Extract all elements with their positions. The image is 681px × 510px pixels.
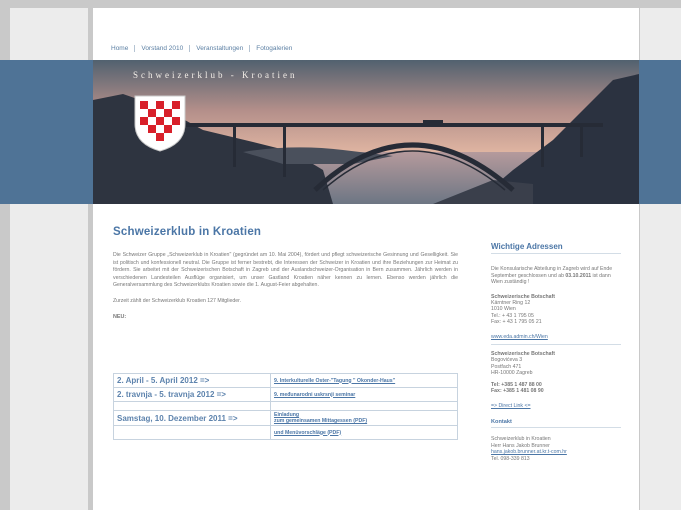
nav-home[interactable]: Home	[105, 45, 136, 52]
embassy-zagreb: Schweizerische Botschaft Bogovićeva 3 Po…	[491, 351, 621, 394]
contact-heading: Kontakt	[491, 419, 621, 429]
event-date: 2. April - 5. April 2012 =>	[113, 373, 271, 388]
event-link[interactable]: 9. međunarodni uskrsnji seminar	[270, 387, 458, 402]
event-date: 2. travnja - 5. travnja 2012 =>	[113, 387, 271, 402]
notice-date: 03.10.2011	[565, 272, 592, 279]
banner-title: Schweizerklub - Kroatien	[133, 70, 298, 80]
embassy-wien: Schweizerische Botschaft Kärntner Ring 1…	[491, 294, 621, 326]
event-link-cell: Einladung zum gemeinsamen Mittagessen (P…	[270, 410, 458, 426]
event-link[interactable]: und Menüvorschläge (PDF)	[270, 425, 458, 440]
table-row: und Menüvorschläge (PDF)	[113, 425, 458, 440]
table-row	[113, 401, 458, 411]
event-date: Samstag, 10. Dezember 2011 =>	[113, 410, 271, 426]
event-link[interactable]: zum gemeinsamen Mittagessen (PDF)	[274, 418, 454, 424]
sidebar: Wichtige Adressen Die Konsularische Abte…	[491, 242, 621, 462]
nav-veranstaltungen[interactable]: Veranstaltungen	[190, 45, 251, 52]
intro-text: Die Schweizer Gruppe „Schweizerklub in K…	[113, 252, 458, 289]
left-band	[10, 60, 88, 204]
members-text: Zurzeit zählt der Schweizerklub Kroatien…	[113, 297, 242, 304]
nav-fotogalerien[interactable]: Fotogalerien	[250, 45, 298, 52]
fax-line: Fax: + 43 1 795 05 21	[491, 319, 542, 326]
direct-link[interactable]: => Direct Link <=	[491, 403, 621, 409]
nav-vorstand[interactable]: Vorstand 2010	[135, 45, 191, 52]
crest-icon	[134, 95, 186, 152]
right-band	[640, 60, 681, 204]
page-title: Schweizerklub in Kroatien	[113, 226, 262, 238]
page: Home Vorstand 2010 Veranstaltungen Fotogale…	[93, 8, 639, 510]
fax-line: Fax: +385 1 481 08 90	[491, 388, 544, 395]
eda-link[interactable]: www.eda.admin.ch/Wien	[491, 334, 621, 340]
table-row: 2. April - 5. April 2012 => 9. Interkult…	[113, 373, 458, 388]
event-link[interactable]: 9. Interkulturelle Oster-"Tagung " Okond…	[270, 373, 458, 388]
sidebar-heading: Wichtige Adressen	[491, 242, 621, 255]
table-row: Samstag, 10. Dezember 2011 => Einladung …	[113, 410, 458, 426]
divider	[491, 344, 621, 346]
consular-notice: Die Konsularische Abteilung in Zagreb wi…	[491, 266, 613, 286]
main-content: Schweizerklub in Kroatien Die Schweizer …	[113, 226, 458, 326]
top-nav: Home Vorstand 2010 Veranstaltungen Fotogale…	[105, 45, 298, 52]
table-row: 2. travnja - 5. travnja 2012 => 9. međun…	[113, 387, 458, 402]
contact-phone: Tel. 098-339 813	[491, 455, 530, 462]
header-banner: Schweizerklub - Kroatien	[93, 60, 639, 204]
events-table: 2. April - 5. April 2012 => 9. Interkult…	[113, 373, 458, 440]
event-date	[113, 425, 271, 440]
neu-label: NEU:	[113, 313, 127, 320]
